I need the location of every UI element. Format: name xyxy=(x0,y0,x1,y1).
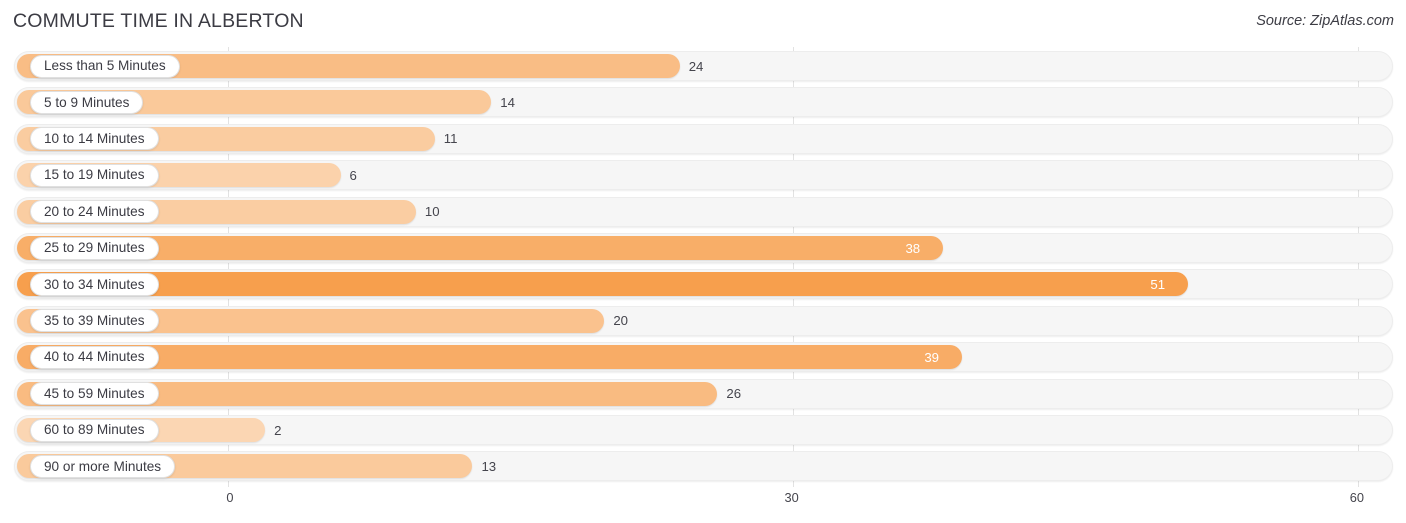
category-label: 90 or more Minutes xyxy=(44,458,162,474)
bar-value: 20 xyxy=(613,313,628,329)
axis-tick-label: 60 xyxy=(1349,490,1364,505)
category-label: 5 to 9 Minutes xyxy=(44,94,130,110)
bar-row: 45 to 59 Minutes 26 xyxy=(0,378,1406,409)
category-label-pill: 10 to 14 Minutes xyxy=(30,127,159,151)
category-label: 60 to 89 Minutes xyxy=(44,422,145,438)
bar-row: 5 to 9 Minutes 14 xyxy=(0,87,1406,118)
bar-value-inside: 38 xyxy=(905,240,921,256)
axis-tick-label: 0 xyxy=(226,490,234,505)
bar-row: 15 to 19 Minutes 6 xyxy=(0,160,1406,191)
bar-value: 13 xyxy=(481,458,497,474)
bar-row: 20 to 24 Minutes 10 xyxy=(0,196,1406,227)
category-label-pill: 20 to 24 Minutes xyxy=(30,200,159,224)
bar-value: 24 xyxy=(688,58,704,74)
bar-row: 25 to 29 Minutes 38 xyxy=(0,233,1406,263)
category-label: 45 to 59 Minutes xyxy=(44,385,145,401)
category-label-pill: 25 to 29 Minutes xyxy=(30,236,159,260)
bar-row: 30 to 34 Minutes 51 xyxy=(0,269,1406,300)
axis-tick-label: 30 xyxy=(784,490,799,505)
bar-row: 40 to 44 Minutes 39 xyxy=(0,342,1406,373)
category-label: 35 to 39 Minutes xyxy=(44,313,145,328)
bar-row: 90 or more Minutes 13 xyxy=(0,451,1406,482)
bar[interactable] xyxy=(17,345,963,370)
category-label: 10 to 14 Minutes xyxy=(44,131,145,146)
category-label: 15 to 19 Minutes xyxy=(44,167,145,183)
x-axis: 0 30 60 xyxy=(0,487,1406,523)
bar-row: 60 to 89 Minutes 2 xyxy=(0,415,1406,445)
page-title: COMMUTE TIME IN ALBERTON xyxy=(13,10,304,32)
bar-row: 35 to 39 Minutes 20 xyxy=(0,305,1406,336)
bar-value: 26 xyxy=(726,386,742,402)
category-label-pill: Less than 5 Minutes xyxy=(30,54,180,78)
chart-container: COMMUTE TIME IN ALBERTON Source: ZipAtla… xyxy=(0,0,1406,523)
category-label-pill: 30 to 34 Minutes xyxy=(30,272,159,296)
bar-value-inside: 39 xyxy=(924,349,939,365)
bar-value: 11 xyxy=(443,131,458,147)
category-label-pill: 5 to 9 Minutes xyxy=(30,90,144,114)
category-label-pill: 45 to 59 Minutes xyxy=(30,382,159,406)
bar-value: 14 xyxy=(500,94,515,110)
plot-area: Less than 5 Minutes 24 5 to 9 Minutes 14 10 … xyxy=(0,47,1406,487)
bar-row: 10 to 14 Minutes 11 xyxy=(0,123,1406,154)
bar-value: 2 xyxy=(274,422,282,438)
category-label-pill: 90 or more Minutes xyxy=(30,454,176,478)
category-label-pill: 35 to 39 Minutes xyxy=(30,309,159,333)
category-label: 20 to 24 Minutes xyxy=(44,203,145,219)
category-label-pill: 60 to 89 Minutes xyxy=(30,418,159,442)
category-label: 40 to 44 Minutes xyxy=(44,349,145,365)
bar-row: Less than 5 Minutes 24 xyxy=(0,51,1406,81)
category-label: Less than 5 Minutes xyxy=(44,58,166,74)
bar-value-inside: 51 xyxy=(1150,276,1166,292)
bar[interactable] xyxy=(17,272,1189,297)
category-label: 30 to 34 Minutes xyxy=(44,276,145,292)
bar-value: 6 xyxy=(349,167,357,183)
category-label-pill: 40 to 44 Minutes xyxy=(30,345,159,369)
category-label: 25 to 29 Minutes xyxy=(44,240,145,256)
bar-value: 10 xyxy=(424,204,440,220)
source-attribution: Source: ZipAtlas.com xyxy=(1256,13,1394,29)
category-label-pill: 15 to 19 Minutes xyxy=(30,163,159,187)
